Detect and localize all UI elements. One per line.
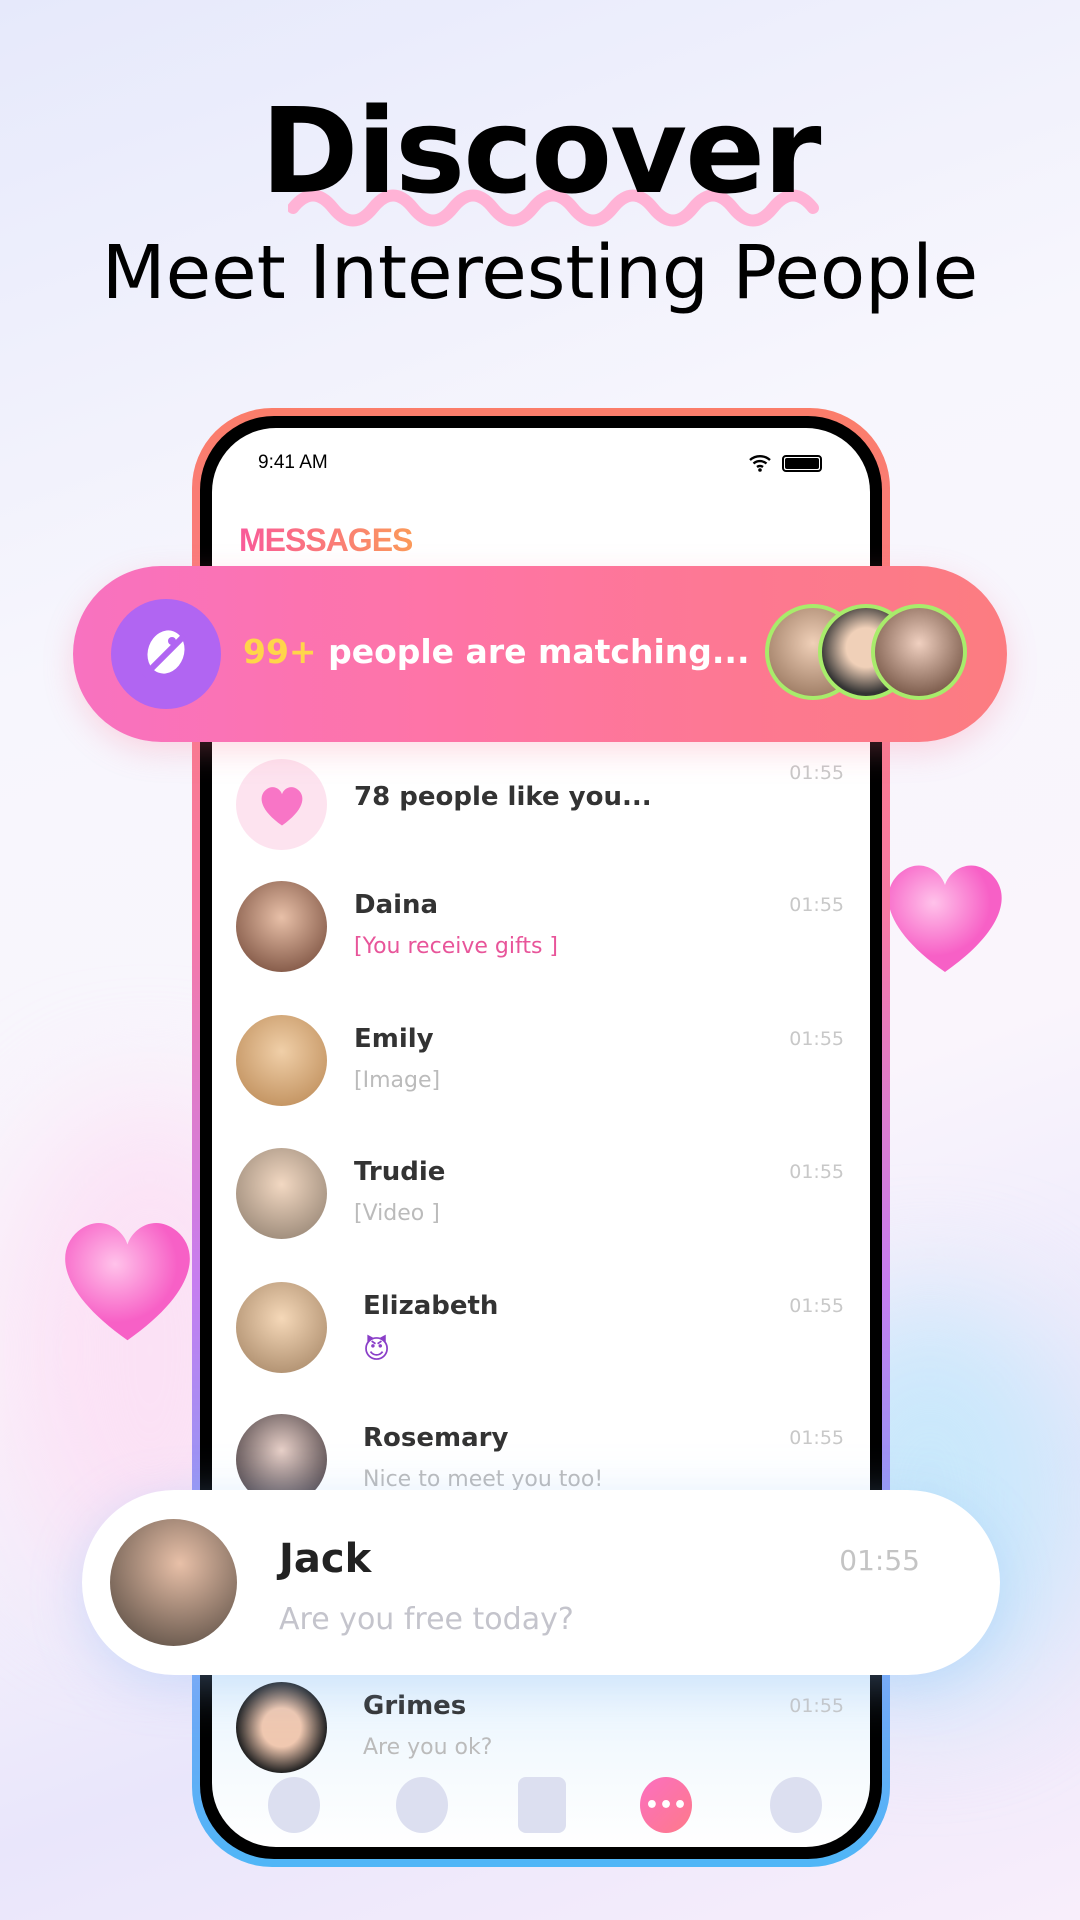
message-time: 01:55	[789, 1028, 844, 1050]
message-preview: Nice to meet you too!	[363, 1467, 604, 1492]
message-preview: Are you free today?	[279, 1602, 574, 1637]
battery-icon	[782, 454, 822, 472]
heart-icon	[236, 759, 327, 850]
tab-bar: •••	[212, 1767, 870, 1847]
message-name: Jack	[279, 1536, 372, 1582]
message-time: 01:55	[839, 1544, 920, 1577]
planet-icon	[111, 599, 221, 709]
message-name: Grimes	[363, 1691, 467, 1721]
avatar	[236, 1682, 327, 1773]
list-item-likes[interactable]: 78 people like you... 01:55	[236, 750, 846, 860]
status-time: 9:41 AM	[258, 452, 328, 473]
message-time: 01:55	[789, 1427, 844, 1449]
matching-count: 99+	[243, 632, 317, 671]
message-name: Rosemary	[363, 1423, 509, 1453]
message-time: 01:55	[789, 894, 844, 916]
screen-heading: MESSAGES	[239, 522, 413, 558]
message-preview: [You receive gifts ]	[354, 934, 558, 959]
message-time: 01:55	[789, 1695, 844, 1717]
heart-decoration-icon	[888, 865, 1002, 972]
heart-decoration-icon	[65, 1222, 190, 1341]
avatar	[236, 1282, 327, 1373]
avatar	[236, 1148, 327, 1239]
message-preview: Are you ok?	[363, 1735, 493, 1760]
matching-text: people are matching...	[316, 632, 750, 671]
message-name: 78 people like you...	[354, 782, 652, 812]
list-item[interactable]: Elizabeth 😈 01:55	[236, 1273, 846, 1383]
message-preview: [Image]	[354, 1068, 441, 1093]
tab-chat-icon[interactable]: •••	[640, 1777, 692, 1833]
avatar	[110, 1519, 237, 1646]
list-item[interactable]: Trudie [Video ] 01:55	[236, 1139, 846, 1249]
message-name: Trudie	[354, 1157, 446, 1187]
message-preview: 😈	[363, 1335, 391, 1365]
message-time: 01:55	[789, 1295, 844, 1317]
list-item[interactable]: Daina [You receive gifts ] 01:55	[236, 872, 846, 982]
headline-subtitle: Meet Interesting People	[101, 230, 979, 316]
headline-title: Discover	[260, 82, 822, 220]
list-item[interactable]: Emily [Image] 01:55	[236, 1006, 846, 1116]
message-time: 01:55	[789, 762, 844, 784]
tab-cards-icon[interactable]	[518, 1777, 566, 1833]
tab-flame-icon[interactable]	[268, 1777, 320, 1833]
matching-banner[interactable]: 99+ people are matching...	[73, 566, 1007, 742]
avatar	[236, 1015, 327, 1106]
avatar	[871, 604, 967, 700]
featured-message-card[interactable]: Jack Are you free today? 01:55	[82, 1490, 1000, 1675]
avatar	[236, 881, 327, 972]
message-name: Elizabeth	[363, 1291, 499, 1321]
wifi-icon	[749, 455, 771, 472]
message-preview: [Video ]	[354, 1201, 440, 1226]
tab-profile-icon[interactable]	[770, 1777, 822, 1833]
message-time: 01:55	[789, 1161, 844, 1183]
tab-planet-icon[interactable]	[396, 1777, 448, 1833]
message-name: Emily	[354, 1024, 434, 1054]
message-name: Daina	[354, 890, 439, 920]
